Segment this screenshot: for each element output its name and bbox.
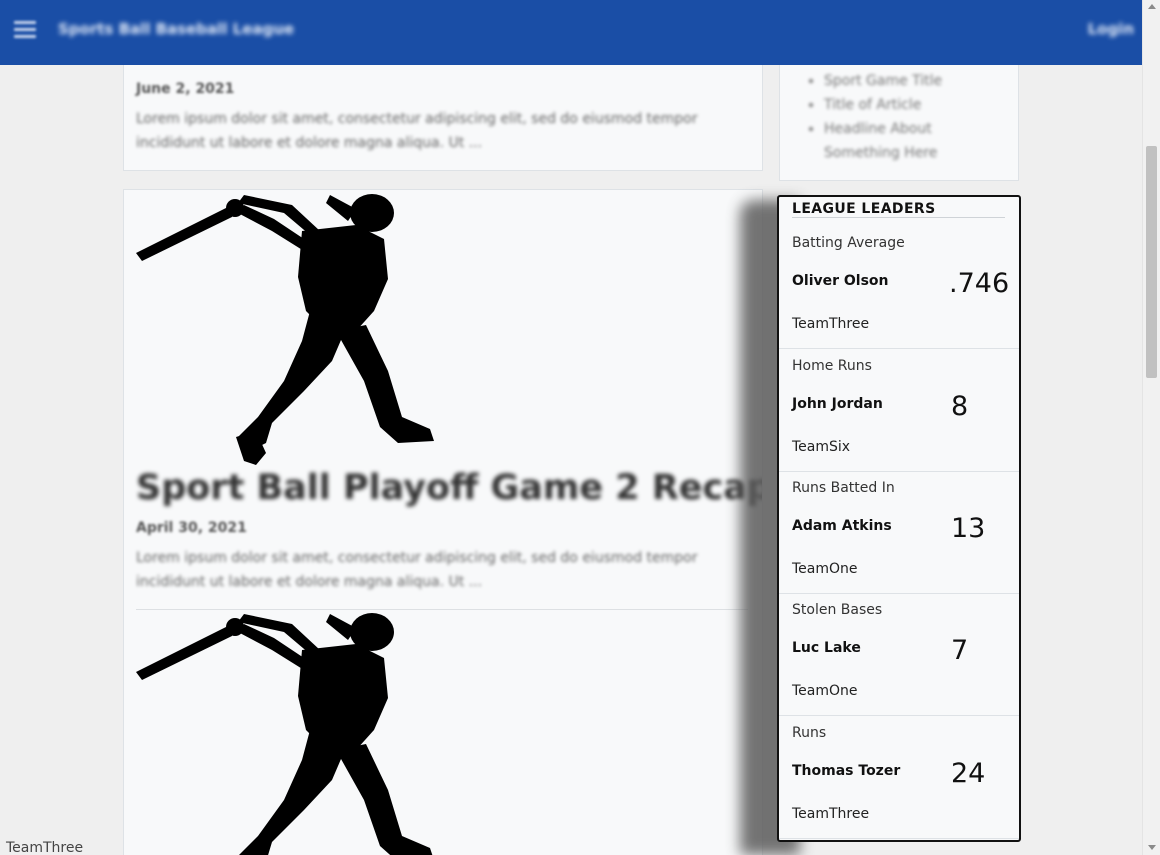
- scroll-down-arrow-icon[interactable]: [1148, 845, 1156, 850]
- stat-category: Batting Average: [792, 235, 905, 251]
- stat-player-name[interactable]: Oliver Olson: [792, 273, 889, 289]
- brand-title[interactable]: Sports Ball Baseball League: [58, 20, 294, 38]
- sidebar-link[interactable]: Headline About Something Here: [824, 117, 984, 165]
- stat-value: 24: [951, 758, 986, 789]
- stat-player-name[interactable]: Luc Lake: [792, 640, 861, 656]
- article-date: June 2, 2021: [136, 81, 235, 97]
- login-link[interactable]: Login: [1088, 20, 1134, 38]
- leader-stat-row: Home Runs John Jordan TeamSix 8: [779, 350, 1019, 472]
- batter-silhouette-image: [134, 610, 439, 855]
- stat-team-name[interactable]: TeamThree: [792, 316, 869, 332]
- sidebar-link[interactable]: Sport Game Title: [824, 69, 984, 93]
- stat-value: 7: [951, 635, 969, 666]
- stat-team-name[interactable]: TeamThree: [792, 806, 869, 822]
- article-card[interactable]: June 2, 2021 Lorem ipsum dolor sit amet,…: [123, 50, 763, 171]
- stat-team-name[interactable]: TeamOne: [792, 561, 858, 577]
- stat-value: 8: [951, 391, 969, 422]
- sidebar-link[interactable]: Title of Article: [824, 93, 984, 117]
- overflow-team-text: TeamThree: [6, 840, 84, 855]
- league-leaders-panel: LEAGUE LEADERS Batting Average Oliver Ol…: [777, 195, 1021, 842]
- scroll-up-arrow-icon[interactable]: [1148, 4, 1156, 9]
- sidebar-link-list: Sport Game Title Title of Article Headli…: [824, 69, 984, 165]
- stat-player-name[interactable]: Thomas Tozer: [792, 763, 900, 779]
- leader-stat-row: Runs Batted In Adam Atkins TeamOne 13: [779, 472, 1019, 594]
- leader-stat-row: Stolen Bases Luc Lake TeamOne 7: [779, 594, 1019, 716]
- stat-value: 13: [951, 513, 986, 544]
- stat-value: .746: [949, 268, 1010, 299]
- hamburger-icon[interactable]: [14, 21, 36, 39]
- stat-team-name[interactable]: TeamSix: [792, 439, 850, 455]
- page-scrollbar[interactable]: [1142, 0, 1160, 855]
- league-leaders-title: LEAGUE LEADERS: [792, 201, 936, 217]
- article-excerpt: Lorem ipsum dolor sit amet, consectetur …: [136, 550, 698, 590]
- batter-silhouette-image: [134, 191, 439, 466]
- scrollbar-thumb[interactable]: [1146, 146, 1157, 378]
- top-navbar: Sports Ball Baseball League Login: [0, 0, 1142, 65]
- stat-team-name[interactable]: TeamOne: [792, 683, 858, 699]
- stat-player-name[interactable]: Adam Atkins: [792, 518, 892, 534]
- leader-stat-row: Batting Average Oliver Olson TeamThree .…: [779, 227, 1019, 349]
- leader-stat-row: Runs Thomas Tozer TeamThree 24: [779, 717, 1019, 839]
- article-date: April 30, 2021: [136, 520, 247, 536]
- stat-category: Stolen Bases: [792, 602, 883, 618]
- article-excerpt: Lorem ipsum dolor sit amet, consectetur …: [136, 111, 698, 151]
- stat-category: Runs Batted In: [792, 480, 895, 496]
- article-card[interactable]: Sport Ball Playoff Game 2 Recap April 30…: [123, 189, 763, 855]
- title-divider: [792, 217, 1005, 218]
- sidebar-links-card: Sport Game Title Title of Article Headli…: [779, 50, 1019, 181]
- article-title[interactable]: Sport Ball Playoff Game 2 Recap: [136, 468, 762, 508]
- stat-category: Runs: [792, 725, 827, 741]
- stat-category: Home Runs: [792, 358, 872, 374]
- stat-player-name[interactable]: John Jordan: [792, 396, 883, 412]
